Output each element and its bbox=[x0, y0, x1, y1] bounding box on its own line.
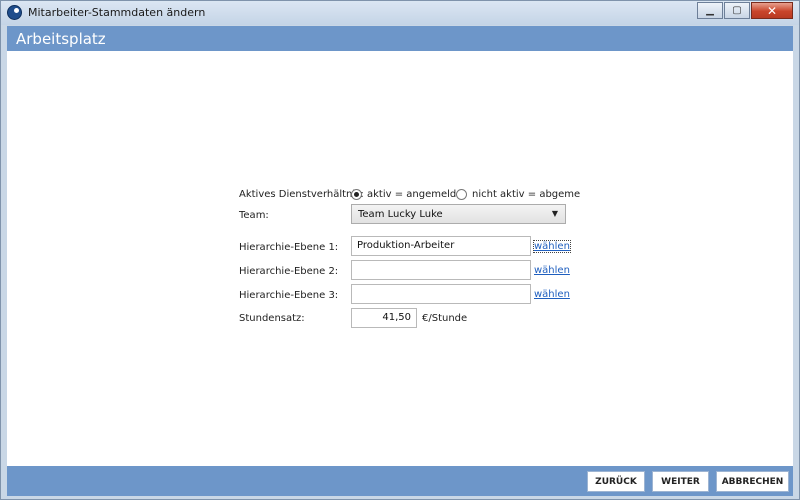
radio-active-label[interactable]: aktiv = angemeldet bbox=[367, 189, 466, 200]
close-button[interactable]: ✕ bbox=[751, 2, 793, 19]
cancel-button[interactable]: ABBRECHEN bbox=[716, 471, 789, 492]
hourly-rate-label: Stundensatz: bbox=[239, 313, 305, 324]
hourly-rate-unit: €/Stunde bbox=[422, 313, 468, 324]
hierarchy-2-choose-link[interactable]: wählen bbox=[534, 265, 570, 276]
section-title: Arbeitsplatz bbox=[16, 30, 106, 48]
window-title: Mitarbeiter-Stammdaten ändern bbox=[28, 6, 206, 19]
button-bar: ZURÜCK WEITER ABBRECHEN bbox=[7, 466, 793, 496]
radio-active[interactable] bbox=[351, 189, 362, 200]
title-bar[interactable]: Mitarbeiter-Stammdaten ändern ▁ ▢ ✕ bbox=[1, 1, 799, 25]
next-button[interactable]: WEITER bbox=[652, 471, 709, 492]
back-button[interactable]: ZURÜCK bbox=[587, 471, 645, 492]
hierarchy-3-label: Hierarchie-Ebene 3: bbox=[239, 290, 339, 301]
hierarchy-3-field[interactable] bbox=[351, 284, 531, 304]
hierarchy-1-label: Hierarchie-Ebene 1: bbox=[239, 242, 339, 253]
hierarchy-2-label: Hierarchie-Ebene 2: bbox=[239, 266, 339, 277]
hourly-rate-field[interactable]: 41,50 bbox=[351, 308, 417, 328]
radio-inactive[interactable] bbox=[456, 189, 467, 200]
team-label: Team: bbox=[239, 210, 269, 221]
form-area: Aktives Dienstverhältnis: aktiv = angeme… bbox=[7, 51, 793, 466]
radio-inactive-label[interactable]: nicht aktiv = abgeme bbox=[472, 189, 580, 200]
employment-status-label: Aktives Dienstverhältnis: bbox=[239, 189, 364, 200]
minimize-button[interactable]: ▁ bbox=[697, 2, 723, 19]
window-controls: ▁ ▢ ✕ bbox=[697, 2, 793, 19]
team-select[interactable]: Team Lucky Luke ▼ bbox=[351, 204, 566, 224]
maximize-button[interactable]: ▢ bbox=[724, 2, 750, 19]
hierarchy-2-field[interactable] bbox=[351, 260, 531, 280]
chevron-down-icon: ▼ bbox=[551, 209, 558, 218]
hierarchy-1-choose-link[interactable]: wählen bbox=[533, 240, 571, 253]
dialog-window: Mitarbeiter-Stammdaten ändern ▁ ▢ ✕ Arbe… bbox=[0, 0, 800, 500]
team-select-value: Team Lucky Luke bbox=[358, 209, 443, 220]
section-header: Arbeitsplatz bbox=[7, 26, 793, 51]
app-logo-icon bbox=[7, 5, 22, 20]
hierarchy-1-field[interactable]: Produktion-Arbeiter bbox=[351, 236, 531, 256]
hierarchy-3-choose-link[interactable]: wählen bbox=[534, 289, 570, 300]
